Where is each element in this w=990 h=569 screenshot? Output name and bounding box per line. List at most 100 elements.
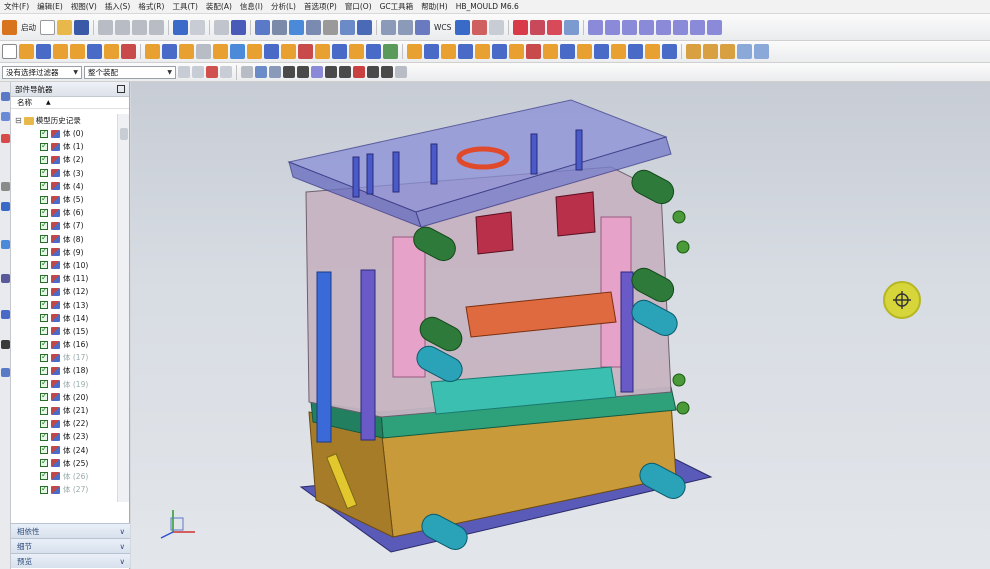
tree-node[interactable]: 体 (16) — [11, 338, 117, 351]
process-studio-icon[interactable] — [1, 340, 10, 349]
split-body-icon[interactable] — [213, 44, 228, 59]
section-view-icon[interactable] — [340, 19, 355, 35]
insert-icon[interactable] — [673, 19, 689, 35]
tree-node[interactable]: 体 (23) — [11, 430, 117, 443]
visibility-checkbox[interactable] — [40, 259, 48, 270]
bom-icon[interactable] — [707, 19, 723, 35]
tree-node[interactable]: 体 (13) — [11, 298, 117, 311]
visibility-checkbox[interactable] — [40, 220, 48, 230]
view-triad-icon[interactable] — [155, 504, 205, 544]
tree-node[interactable]: 体 (21) — [11, 404, 117, 417]
visibility-checkbox[interactable] — [40, 431, 48, 441]
hd3d-tools-icon[interactable] — [1, 202, 10, 211]
repeat-command-icon[interactable] — [214, 19, 229, 35]
graphics-window[interactable] — [131, 82, 990, 569]
visibility-checkbox[interactable] — [40, 233, 48, 244]
dependencies-section[interactable]: 相依性 ∨ — [11, 523, 130, 538]
visibility-checkbox[interactable] — [40, 352, 48, 362]
visibility-checkbox[interactable] — [40, 457, 48, 468]
paste-icon[interactable] — [132, 19, 147, 35]
wcs-orient-icon[interactable] — [415, 19, 430, 35]
tree-node[interactable]: 体 (17) — [11, 351, 117, 364]
hole-icon[interactable] — [121, 44, 136, 59]
tree-node[interactable]: 体 (0) — [11, 127, 117, 140]
tree-node[interactable]: 体 (22) — [11, 417, 117, 430]
cooling-icon[interactable] — [622, 19, 638, 35]
visibility-checkbox[interactable] — [40, 273, 48, 283]
save-icon[interactable] — [74, 19, 89, 35]
column-name[interactable]: 名称 — [17, 97, 32, 108]
wave-linker-icon[interactable] — [475, 44, 490, 59]
tree-node[interactable]: 体 (15) — [11, 325, 117, 338]
menu-file[interactable]: 文件(F) — [0, 1, 33, 12]
tree-node[interactable]: 体 (9) — [11, 246, 117, 259]
snap-point-icon[interactable] — [455, 19, 471, 35]
sew-icon[interactable] — [424, 44, 439, 59]
pad-icon[interactable] — [577, 44, 592, 59]
emboss-icon[interactable] — [509, 44, 524, 59]
visibility-checkbox[interactable] — [40, 378, 48, 389]
slot-icon[interactable] — [645, 44, 660, 59]
tree-root-history[interactable]: ⊟ 模型历史记录 — [11, 114, 117, 127]
tree-node[interactable]: 体 (7) — [11, 219, 117, 232]
background-icon[interactable] — [323, 19, 338, 35]
measure-angle-icon[interactable] — [489, 19, 505, 35]
web-browser-icon[interactable] — [1, 240, 10, 249]
new-file-icon[interactable] — [40, 19, 55, 35]
offset-face-icon[interactable] — [332, 44, 347, 59]
ejector-pin-icon[interactable] — [588, 19, 604, 35]
visibility-checkbox[interactable] — [40, 444, 48, 455]
snap-control-point-icon[interactable] — [283, 66, 295, 78]
lifter-icon[interactable] — [656, 19, 672, 35]
tree-node[interactable]: 体 (2) — [11, 153, 117, 166]
visibility-checkbox[interactable] — [40, 154, 48, 164]
move-object-icon[interactable] — [381, 19, 396, 35]
delete-face-icon[interactable] — [526, 44, 541, 59]
shell-icon[interactable] — [264, 44, 279, 59]
snap-point-on-curve-icon[interactable] — [339, 66, 351, 78]
intersect-icon[interactable] — [179, 44, 194, 59]
cylinder-icon[interactable] — [70, 44, 85, 59]
visibility-checkbox[interactable] — [40, 391, 48, 402]
chamfer-icon[interactable] — [247, 44, 262, 59]
move-face-icon[interactable] — [366, 44, 381, 59]
sweep-icon[interactable] — [720, 44, 735, 59]
visibility-checkbox[interactable] — [40, 470, 48, 481]
open-folder-icon[interactable] — [57, 19, 72, 35]
menu-assembly[interactable]: 装配(A) — [202, 1, 236, 12]
mould-check-icon[interactable] — [530, 19, 546, 35]
menu-view[interactable]: 视图(V) — [67, 1, 101, 12]
menu-help[interactable]: 帮助(H) — [417, 1, 452, 12]
render-style-icon[interactable] — [272, 19, 287, 35]
preview-section[interactable]: 预览 ∨ — [11, 553, 130, 568]
tree-node[interactable]: 体 (18) — [11, 364, 117, 377]
pocket-icon[interactable] — [594, 44, 609, 59]
pull-face-icon[interactable] — [560, 44, 575, 59]
groove-icon[interactable] — [628, 44, 643, 59]
visibility-checkbox[interactable] — [40, 405, 48, 415]
pattern-feature-icon[interactable] — [298, 44, 313, 59]
reuse-library-icon[interactable] — [1, 182, 10, 191]
filter-reset-icon[interactable] — [178, 66, 190, 78]
tree-node[interactable]: 体 (5) — [11, 193, 117, 206]
menu-gc-toolkit[interactable]: GC工具箱 — [376, 1, 418, 12]
visibility-checkbox[interactable] — [40, 141, 48, 151]
visibility-checkbox[interactable] — [40, 325, 48, 336]
snap-grid-icon[interactable] — [269, 66, 281, 78]
mould-tools-icon[interactable] — [547, 19, 563, 35]
constraint-navigator-icon[interactable] — [1, 112, 10, 121]
cut-icon[interactable] — [98, 19, 113, 35]
patch-icon[interactable] — [441, 44, 456, 59]
redo-icon[interactable] — [190, 19, 205, 35]
tree-node[interactable]: 体 (26) — [11, 470, 117, 483]
snap-settings-icon[interactable] — [395, 66, 407, 78]
extrude-icon[interactable] — [19, 44, 34, 59]
block-icon[interactable] — [53, 44, 68, 59]
layer-settings-icon[interactable] — [357, 19, 372, 35]
select-all-icon[interactable] — [192, 66, 204, 78]
undo-icon[interactable] — [173, 19, 188, 35]
part-navigator-icon[interactable] — [1, 134, 10, 143]
tree-node[interactable]: 体 (6) — [11, 206, 117, 219]
menu-tools[interactable]: 工具(T) — [168, 1, 201, 12]
rib-icon[interactable] — [662, 44, 677, 59]
